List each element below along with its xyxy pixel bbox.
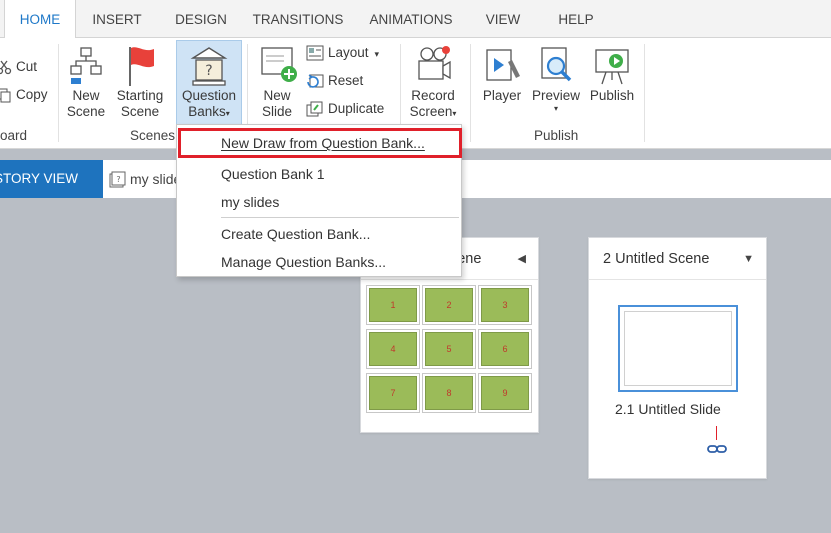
link-line <box>716 426 717 440</box>
separator <box>644 44 645 142</box>
tab-view[interactable]: VIEW <box>478 0 528 38</box>
duplicate-icon <box>306 101 323 117</box>
tab-transitions[interactable]: TRANSITIONS <box>248 0 348 38</box>
scene-card-2[interactable]: 2 Untitled Scene ▼ 2.1 Untitled Slide <box>588 237 767 479</box>
question-banks-button[interactable]: ? Question Banks▾ <box>176 44 242 122</box>
slide-thumbnail[interactable]: 3 <box>478 285 532 325</box>
question-bank-small-icon: ? <box>109 171 126 188</box>
new-scene-icon <box>70 47 102 84</box>
duplicate-button[interactable]: Duplicate <box>306 98 384 120</box>
collapse-arrow-icon[interactable]: ◀ <box>518 238 526 280</box>
publish-label: Publish <box>589 88 635 103</box>
starting-scene-label-2: Scene <box>120 104 160 119</box>
record-screen-button[interactable]: Record Screen▾ <box>404 44 462 122</box>
question-bank-icon: ? <box>190 47 228 86</box>
new-slide-icon <box>261 47 297 82</box>
preview-dropdown-arrow[interactable]: ▾ <box>528 104 584 114</box>
slide-thumbnail[interactable]: 8 <box>422 373 476 413</box>
tab-insert[interactable]: INSERT <box>84 0 150 38</box>
ribbon-tab-bar: HOME INSERT DESIGN TRANSITIONS ANIMATION… <box>0 0 831 39</box>
menu-item-new-draw[interactable]: New Draw from Question Bank... <box>221 131 425 155</box>
menu-item-question-bank-1[interactable]: Question Bank 1 <box>221 162 325 186</box>
story-view-tab[interactable]: STORY VIEW <box>0 160 103 198</box>
slide-thumbnail-2-1[interactable] <box>618 305 738 392</box>
copy-button[interactable]: Copy <box>0 84 48 106</box>
separator <box>58 44 59 142</box>
question-banks-menu: New Draw from Question Bank... Question … <box>176 124 462 277</box>
layout-button[interactable]: Layout ▾ <box>306 42 379 64</box>
svg-text:?: ? <box>116 175 120 184</box>
new-slide-label-1: New <box>263 88 291 103</box>
slide-thumbnail[interactable]: 9 <box>478 373 532 413</box>
scene-2-title: 2 Untitled Scene <box>603 251 710 267</box>
scene-2-header[interactable]: 2 Untitled Scene ▼ <box>589 238 766 280</box>
slide-thumbnail[interactable]: 5 <box>422 329 476 369</box>
publish-button[interactable]: Publish <box>586 44 638 104</box>
svg-text:?: ? <box>205 63 212 79</box>
slide-thumbnail[interactable]: 4 <box>366 329 420 369</box>
question-banks-label-1: Question <box>181 88 237 103</box>
menu-item-my-slides[interactable]: my slides <box>221 190 279 214</box>
tab-animations[interactable]: ANIMATIONS <box>362 0 460 38</box>
magnifier-icon <box>541 47 572 82</box>
slide-thumbnail[interactable]: 2 <box>422 285 476 325</box>
new-scene-label-2: Scene <box>66 104 106 119</box>
slide-thumbnail[interactable]: 6 <box>478 329 532 369</box>
new-slide-button[interactable]: New Slide <box>252 44 302 120</box>
menu-item-create-question-bank[interactable]: Create Question Bank... <box>221 222 370 246</box>
new-scene-button[interactable]: New Scene <box>64 44 108 120</box>
new-scene-label-1: New <box>72 88 100 103</box>
video-camera-icon <box>418 46 451 80</box>
publish-icon <box>595 49 629 85</box>
starting-scene-button[interactable]: Starting Scene <box>112 44 168 120</box>
link-icon[interactable] <box>707 443 727 455</box>
reset-label: Reset <box>328 73 364 88</box>
player-button[interactable]: Player <box>478 44 526 104</box>
cut-label: Cut <box>16 59 38 74</box>
record-screen-label-1: Record <box>411 88 455 103</box>
layout-icon <box>306 45 324 61</box>
new-slide-label-2: Slide <box>261 104 293 119</box>
menu-separator <box>221 217 459 218</box>
player-icon <box>486 49 520 81</box>
question-banks-label-2: Banks▾ <box>188 104 230 119</box>
flag-icon <box>129 47 154 86</box>
cut-button[interactable]: Cut <box>0 56 37 78</box>
player-label: Player <box>482 88 522 103</box>
copy-icon <box>0 88 11 103</box>
scenes-group-label: Scenes <box>130 128 176 143</box>
record-screen-label-2: Screen▾ <box>409 104 457 119</box>
scissors-icon <box>0 61 12 75</box>
reset-button[interactable]: Reset <box>306 70 363 92</box>
preview-label: Preview <box>531 88 580 103</box>
menu-item-manage-question-banks[interactable]: Manage Question Banks... <box>221 250 386 274</box>
slide-2-1-label: 2.1 Untitled Slide <box>615 401 721 417</box>
slide-thumbnail[interactable]: 1 <box>366 285 420 325</box>
publish-group-label: Publish <box>534 128 579 143</box>
dropdown-arrow-icon[interactable]: ▼ <box>743 238 754 280</box>
clipboard-group-label: oard <box>0 128 28 143</box>
preview-button[interactable]: Preview ▾ <box>528 44 584 114</box>
tab-home[interactable]: HOME <box>4 0 76 39</box>
duplicate-label: Duplicate <box>328 101 385 116</box>
copy-label: Copy <box>16 87 48 102</box>
starting-scene-label-1: Starting <box>116 88 164 103</box>
layout-label: Layout <box>328 45 369 60</box>
tab-design[interactable]: DESIGN <box>166 0 236 38</box>
reset-icon <box>307 74 324 89</box>
separator <box>470 44 471 142</box>
slide-thumbnail[interactable]: 7 <box>366 373 420 413</box>
tab-help[interactable]: HELP <box>548 0 604 38</box>
